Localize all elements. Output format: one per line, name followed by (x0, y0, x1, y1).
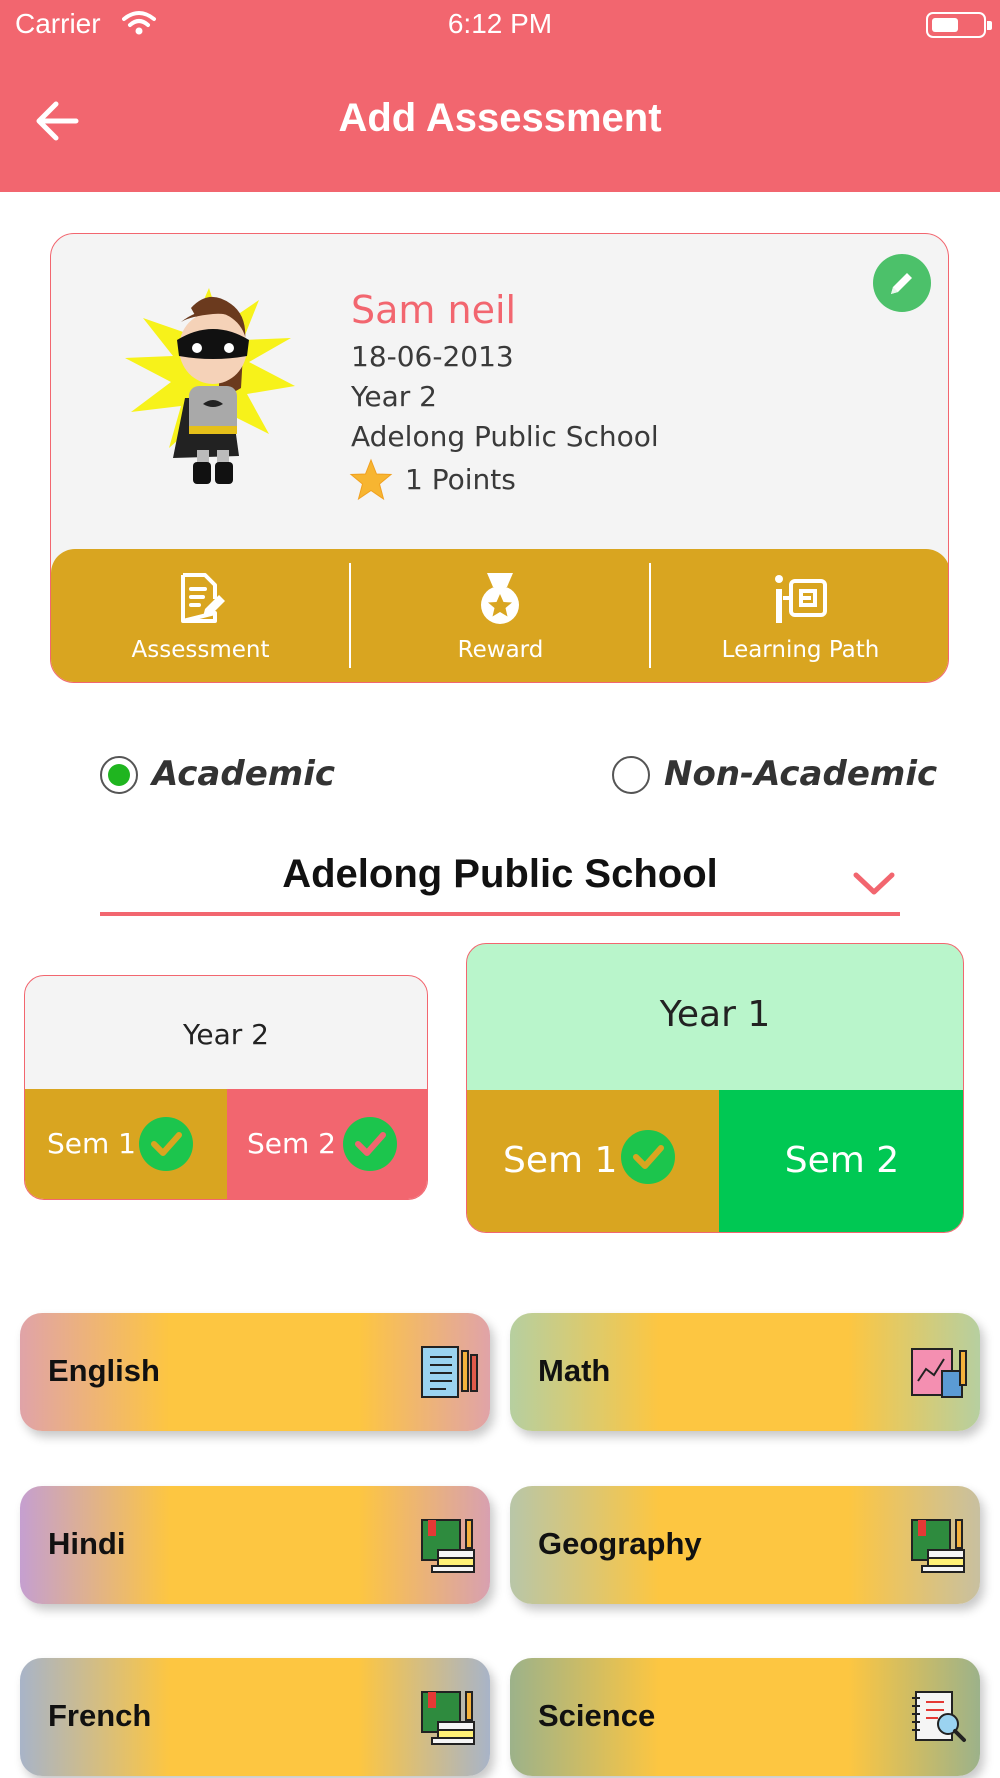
books-icon (911, 1519, 965, 1573)
status-time: 6:12 PM (447, 8, 553, 39)
year-card-title: Year 2 (183, 1018, 269, 1051)
notebook-pencil-icon (421, 1346, 478, 1398)
pencil-icon (891, 273, 912, 294)
subject-tile-french[interactable]: French (20, 1658, 490, 1776)
academic-radio-label: Academic (152, 754, 335, 794)
add-assessment-screen: Carrier 6:12 PM Add Assessment Sam neil … (0, 0, 1000, 1778)
subject-label: Hindi (48, 1526, 126, 1561)
subject-tile-geography[interactable]: Geography (510, 1486, 980, 1604)
student-year: Year 2 (351, 380, 437, 413)
status-bar: Carrier 6:12 PM (0, 0, 1000, 52)
subject-label: Math (538, 1353, 611, 1388)
checkmark-icon (343, 1117, 397, 1171)
battery-icon (926, 12, 992, 38)
reward-action-label: Reward (457, 637, 544, 663)
semester-button[interactable]: Sem 2 (227, 1089, 427, 1199)
semester-button[interactable]: Sem 1 (25, 1089, 227, 1199)
app-header: Carrier 6:12 PM Add Assessment (0, 0, 1000, 192)
page-title: Add Assessment (338, 96, 662, 140)
non-academic-radio-label: Non-Academic (664, 754, 938, 794)
assessment-action-label: Assessment (131, 637, 270, 663)
radio-selected-icon (100, 756, 138, 794)
year-card[interactable]: Year 2 Sem 1 Sem 2 (24, 975, 428, 1200)
semester-label: Sem 2 (784, 1140, 900, 1181)
student-school: Adelong Public School (351, 420, 659, 453)
semester-button[interactable]: Sem 1 (467, 1090, 719, 1232)
school-dropdown-value: Adelong Public School (282, 852, 718, 896)
edit-profile-button[interactable] (873, 254, 931, 312)
chevron-down-icon (853, 872, 895, 895)
learning-path-action[interactable]: Learning Path (651, 549, 948, 682)
semester-label: Sem 1 (503, 1140, 618, 1181)
medal-icon (481, 573, 519, 624)
year-card-title: Year 1 (659, 994, 771, 1035)
academic-radio[interactable]: Academic (100, 752, 340, 798)
year-card-selected[interactable]: Year 1 Sem 1 Sem 2 (466, 943, 964, 1233)
school-dropdown[interactable]: Adelong Public School (100, 846, 900, 916)
learning-path-icon (775, 575, 827, 623)
reward-action[interactable]: Reward (351, 549, 650, 682)
learning-path-action-label: Learning Path (721, 637, 880, 663)
semester-label: Sem 2 (247, 1127, 336, 1160)
action-bar: Assessment Reward Learning Path (51, 549, 948, 682)
radio-unselected-icon (612, 756, 650, 794)
checkmark-icon (139, 1117, 193, 1171)
notebook-magnifier-icon (912, 1691, 966, 1742)
subject-label: Geography (538, 1526, 702, 1561)
student-avatar (125, 288, 295, 484)
assessment-action[interactable]: Assessment (51, 549, 350, 682)
books-icon (421, 1519, 475, 1573)
semester-label: Sem 1 (47, 1127, 136, 1160)
subject-tile-english[interactable]: English (20, 1313, 490, 1431)
subject-tile-science[interactable]: Science (510, 1658, 980, 1776)
checkmark-icon (621, 1130, 675, 1184)
books-icon (421, 1691, 475, 1745)
semester-button[interactable]: Sem 2 (719, 1090, 963, 1232)
student-points: 1 Points (405, 463, 516, 496)
star-icon (349, 458, 393, 501)
subject-label: French (48, 1698, 152, 1733)
non-academic-radio[interactable]: Non-Academic (612, 752, 937, 798)
student-profile-card: Sam neil 18-06-2013 Year 2 Adelong Publi… (50, 233, 949, 683)
document-edit-icon (181, 573, 225, 623)
subject-label: English (48, 1353, 160, 1388)
student-name: Sam neil (351, 288, 517, 332)
subject-tile-hindi[interactable]: Hindi (20, 1486, 490, 1604)
subject-label: Science (538, 1698, 656, 1733)
student-dob: 18-06-2013 (351, 340, 514, 373)
chart-book-icon (911, 1348, 967, 1398)
subject-tile-math[interactable]: Math (510, 1313, 980, 1431)
